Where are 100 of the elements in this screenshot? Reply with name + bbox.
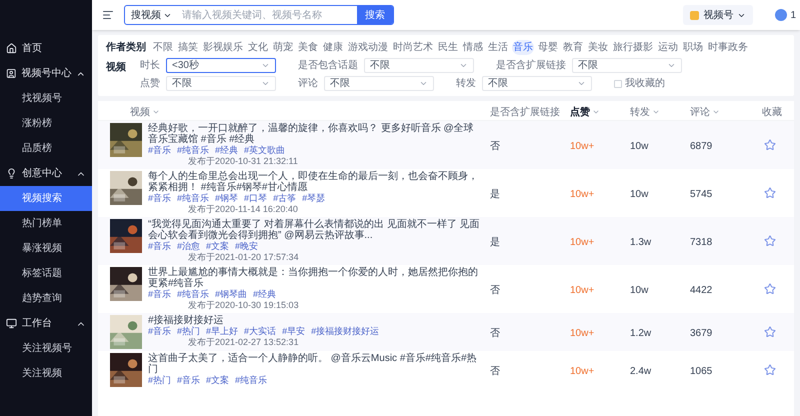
shares-count: 1.2w bbox=[630, 328, 652, 339]
hashtag[interactable]: #古筝 bbox=[273, 193, 296, 204]
favorite-star-icon[interactable] bbox=[764, 326, 776, 338]
hashtag[interactable]: #晚安 bbox=[235, 241, 258, 252]
hashtag[interactable]: #英文歌曲 bbox=[244, 145, 286, 156]
menu-icon[interactable] bbox=[102, 9, 114, 21]
hashtag[interactable]: #琴瑟 bbox=[302, 193, 326, 204]
search-type-select[interactable]: 搜视频 bbox=[125, 8, 178, 22]
filter-select[interactable]: 不限 bbox=[572, 58, 682, 73]
sidebar-subitem[interactable]: 标签话题 bbox=[0, 261, 92, 286]
sidebar-subitem[interactable]: 暴涨视频 bbox=[0, 236, 92, 261]
video-title[interactable]: 世界上最尴尬的事情大概就是：当你拥抱一个你爱的人时，她居然把你抱的更紧#纯音乐 bbox=[148, 267, 480, 289]
sidebar-subitem[interactable]: 视频搜索 bbox=[0, 186, 92, 211]
hashtag[interactable]: #经典 bbox=[215, 145, 238, 156]
column-header[interactable]: 转发 bbox=[630, 104, 660, 120]
category-tag[interactable]: 旅行摄影 bbox=[612, 40, 654, 55]
category-tag[interactable]: 影视娱乐 bbox=[202, 40, 244, 55]
filter-select[interactable]: <30秒 bbox=[166, 58, 276, 73]
category-tag[interactable]: 搞笑 bbox=[177, 40, 199, 55]
sidebar-subitem[interactable]: 关注视频号 bbox=[0, 336, 92, 361]
sidebar-item[interactable]: 视频号中心 bbox=[0, 61, 92, 86]
hashtag[interactable]: #音乐 bbox=[148, 193, 172, 204]
category-tag[interactable]: 母婴 bbox=[537, 40, 559, 55]
hashtag[interactable]: #音乐 bbox=[148, 241, 172, 252]
hashtag[interactable]: #纯音乐 bbox=[177, 193, 210, 204]
hashtag[interactable]: #热门 bbox=[177, 326, 200, 337]
search-field[interactable]: 请输入视频关键词、视频号名称 bbox=[178, 8, 357, 22]
category-tag[interactable]: 美食 bbox=[297, 40, 319, 55]
sidebar-subitem[interactable]: 关注视频 bbox=[0, 361, 92, 386]
sidebar-subitem[interactable]: 涨粉榜 bbox=[0, 111, 92, 136]
hashtag[interactable]: #音乐 bbox=[177, 375, 200, 386]
filter-select[interactable]: 不限 bbox=[166, 76, 276, 91]
publish-date: 发布于2021-02-27 13:52:31 bbox=[187, 337, 300, 348]
monitor-icon bbox=[6, 318, 17, 329]
column-header[interactable]: 视频 bbox=[130, 104, 160, 120]
hashtag[interactable]: #文案 bbox=[206, 241, 230, 252]
filter-select[interactable]: 不限 bbox=[482, 76, 592, 91]
likes-count: 10w+ bbox=[570, 328, 594, 339]
category-tag[interactable]: 时事政务 bbox=[707, 40, 749, 55]
category-tag[interactable]: 教育 bbox=[562, 40, 584, 55]
hashtag[interactable]: #钢琴曲 bbox=[215, 289, 248, 300]
hashtag[interactable]: #纯音乐 bbox=[235, 375, 268, 386]
sidebar-item[interactable]: 工作台 bbox=[0, 311, 92, 336]
favorite-star-icon[interactable] bbox=[764, 235, 776, 247]
sidebar-subitem[interactable]: 趋势查询 bbox=[0, 286, 92, 311]
hashtag[interactable]: #大实话 bbox=[244, 326, 276, 337]
video-title[interactable]: “我觉得见面沟通太重要了 对着屏幕什么表情都说的出 见面就不一样了 见面会心软会看到微光会得到拥抱” @网易云热评故事... bbox=[148, 219, 480, 241]
search-button[interactable]: 搜索 bbox=[357, 6, 393, 24]
category-tag[interactable]: 时尚艺术 bbox=[392, 40, 434, 55]
category-tag[interactable]: 萌宠 bbox=[272, 40, 294, 55]
category-tag[interactable]: 美妆 bbox=[587, 40, 609, 55]
hashtag[interactable]: #接福接财接好运 bbox=[311, 326, 380, 337]
category-tag[interactable]: 文化 bbox=[247, 40, 269, 55]
sidebar-subitem[interactable]: 找视频号 bbox=[0, 86, 92, 111]
checkbox[interactable] bbox=[614, 80, 622, 88]
account-dropdown[interactable]: 视频号 bbox=[683, 5, 754, 25]
category-tag[interactable]: 音乐 bbox=[512, 40, 534, 55]
hashtag[interactable]: #纯音乐 bbox=[177, 289, 210, 300]
video-title[interactable]: #接福接财接好运 bbox=[148, 315, 380, 326]
chevron-down-icon bbox=[459, 61, 468, 70]
filter-label: 时长 bbox=[140, 58, 160, 73]
favorite-star-icon[interactable] bbox=[764, 139, 776, 151]
hashtag[interactable]: #文案 bbox=[206, 375, 230, 386]
category-tag[interactable]: 生活 bbox=[487, 40, 509, 55]
hashtag[interactable]: #早上好 bbox=[206, 326, 238, 337]
filter-select[interactable]: 不限 bbox=[324, 76, 434, 91]
favorite-star-icon[interactable] bbox=[764, 283, 776, 295]
sidebar-subitem[interactable]: 品质榜 bbox=[0, 136, 92, 161]
hashtag[interactable]: #口琴 bbox=[244, 193, 268, 204]
category-tag[interactable]: 情感 bbox=[462, 40, 484, 55]
category-tag[interactable]: 职场 bbox=[682, 40, 704, 55]
category-tag[interactable]: 民生 bbox=[437, 40, 459, 55]
hashtag[interactable]: #早安 bbox=[282, 326, 306, 337]
sidebar-item[interactable]: 首页 bbox=[0, 36, 92, 61]
hashtag[interactable]: #经典 bbox=[253, 289, 276, 300]
video-title[interactable]: 经典好歌，一开口就醉了，温馨的旋律，你喜欢吗？ 更多好听音乐 @全球音乐宝藏馆 #音乐 #经典 bbox=[148, 123, 480, 145]
category-tag[interactable]: 游戏动漫 bbox=[347, 40, 389, 55]
column-header[interactable]: 评论 bbox=[690, 104, 720, 120]
hashtag[interactable]: #热门 bbox=[148, 375, 172, 386]
hashtag[interactable]: #音乐 bbox=[148, 289, 172, 300]
filter-label: 是否包含话题 bbox=[298, 58, 358, 73]
hashtag[interactable]: #治愈 bbox=[177, 241, 200, 252]
hashtag[interactable]: #钢琴 bbox=[215, 193, 238, 204]
category-tag[interactable]: 健康 bbox=[322, 40, 344, 55]
column-header[interactable]: 点赞 bbox=[570, 104, 600, 120]
sidebar-item[interactable]: 创意中心 bbox=[0, 161, 92, 186]
avatar[interactable] bbox=[775, 9, 788, 21]
video-title[interactable]: 每个人的生命里总会出现一个人，即使在生命的最后一刻，也会奋不顾身，紧紧相拥！ #纯音乐#钢琴#甘心情愿 bbox=[148, 171, 480, 193]
search-bar[interactable]: 搜视频 请输入视频关键词、视频号名称 搜索 bbox=[124, 5, 394, 25]
favorite-star-icon[interactable] bbox=[764, 187, 776, 199]
sidebar-subitem[interactable]: 热门榜单 bbox=[0, 211, 92, 236]
hashtag[interactable]: #音乐 bbox=[148, 326, 172, 337]
category-tag[interactable]: 运动 bbox=[657, 40, 679, 55]
hashtag[interactable]: #纯音乐 bbox=[177, 145, 210, 156]
category-tag[interactable]: 不限 bbox=[152, 40, 174, 55]
hashtag[interactable]: #音乐 bbox=[148, 145, 172, 156]
likes-count: 10w+ bbox=[570, 285, 594, 296]
filter-select[interactable]: 不限 bbox=[364, 58, 474, 73]
favorite-star-icon[interactable] bbox=[764, 364, 776, 376]
video-title[interactable]: 这首曲子太美了，适合一个人静静的听。 @音乐云Music #音乐#纯音乐#热门 bbox=[148, 353, 480, 375]
